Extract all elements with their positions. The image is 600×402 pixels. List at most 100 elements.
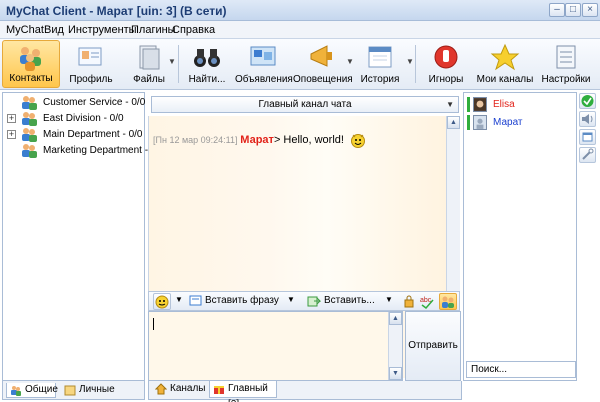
tree-item-label: Marketing Department - 0/0 bbox=[43, 145, 165, 156]
insert-dropdown-icon[interactable]: ▼ bbox=[385, 295, 393, 304]
find-label: Найти... bbox=[188, 74, 226, 85]
send-button[interactable]: Отправить bbox=[405, 311, 461, 381]
smiley-dropdown-icon[interactable]: ▼ bbox=[175, 295, 183, 304]
message-input[interactable] bbox=[148, 311, 403, 381]
contacts-button[interactable]: Контакты bbox=[2, 40, 60, 88]
settings-button[interactable]: Настройки bbox=[536, 40, 596, 88]
group-icon bbox=[22, 96, 37, 110]
phrase-icon bbox=[189, 295, 202, 306]
alerts-label: Оповещения bbox=[293, 74, 353, 85]
scroll-up-icon[interactable]: ▲ bbox=[389, 312, 402, 325]
checkmark-icon bbox=[581, 95, 594, 107]
tab-main-label: Главный [2] bbox=[228, 383, 268, 402]
gift-icon bbox=[214, 386, 224, 394]
settings-checklist-icon bbox=[556, 45, 576, 69]
tab-channels[interactable]: Каналы bbox=[152, 381, 207, 398]
menu-plugins[interactable]: Плагины bbox=[131, 24, 176, 36]
menu-mychat[interactable]: MyChat bbox=[6, 24, 44, 36]
main-toolbar: Контакты Профиль Файлы ▼ Найти... Объявл… bbox=[0, 39, 600, 90]
history-label: История bbox=[360, 74, 400, 85]
chat-tabs: Каналы Главный [2] bbox=[148, 381, 462, 402]
notebook-icon bbox=[64, 385, 76, 396]
files-label: Файлы bbox=[133, 74, 165, 85]
maximize-button[interactable]: □ bbox=[565, 3, 581, 17]
lock-icon[interactable] bbox=[403, 295, 415, 308]
user-name: Марат bbox=[493, 117, 523, 128]
tab-main[interactable]: Главный [2] bbox=[209, 381, 277, 402]
user-search-input[interactable]: Поиск... bbox=[466, 361, 576, 378]
close-button[interactable]: × bbox=[582, 3, 598, 17]
star-icon bbox=[490, 43, 520, 71]
group-icon bbox=[22, 144, 37, 158]
expand-icon[interactable]: + bbox=[7, 130, 16, 139]
menu-tools[interactable]: Инструменты bbox=[68, 24, 137, 36]
binoculars-icon bbox=[194, 49, 220, 67]
phrase-dropdown-icon[interactable]: ▼ bbox=[287, 295, 295, 304]
message-time: [Пн 12 мар 09:24:11] bbox=[153, 135, 238, 146]
window-icon bbox=[582, 132, 593, 142]
tree-item-main-department[interactable]: + Main Department - 0/0 bbox=[3, 127, 144, 143]
status-button[interactable] bbox=[579, 93, 596, 109]
menu-view[interactable]: Вид bbox=[44, 24, 64, 36]
files-dropdown-icon[interactable]: ▼ bbox=[168, 57, 176, 66]
calendar-icon bbox=[368, 46, 392, 68]
profile-card-icon bbox=[78, 47, 102, 66]
tab-channels-label: Каналы bbox=[170, 383, 206, 394]
tools-button[interactable] bbox=[579, 147, 596, 163]
alerts-button[interactable]: Оповещения bbox=[293, 40, 353, 88]
tab-common[interactable]: Общие bbox=[6, 383, 58, 398]
tree-item-east-division[interactable]: + East Division - 0/0 bbox=[3, 111, 144, 127]
find-button[interactable]: Найти... bbox=[181, 40, 233, 88]
chat-message: [Пн 12 мар 09:24:11] Марат> Hello, world… bbox=[153, 133, 366, 148]
smiley-button[interactable] bbox=[153, 293, 171, 310]
ignore-button[interactable]: Игноры bbox=[418, 40, 474, 88]
insert-button[interactable]: Вставить... bbox=[324, 295, 375, 306]
alerts-dropdown-icon[interactable]: ▼ bbox=[346, 57, 354, 66]
tree-item-marketing-department[interactable]: Marketing Department - 0/0 bbox=[3, 143, 165, 159]
input-scrollbar[interactable]: ▲ ▼ bbox=[388, 312, 402, 380]
spellcheck-icon[interactable]: abc bbox=[419, 294, 435, 309]
message-author[interactable]: Марат bbox=[240, 134, 274, 146]
ads-button[interactable]: Объявления bbox=[235, 40, 293, 88]
profile-button[interactable]: Профиль bbox=[62, 40, 120, 88]
ignore-label: Игноры bbox=[428, 74, 464, 85]
contacts-icon bbox=[20, 47, 41, 71]
tree-item-customer-service[interactable]: Customer Service - 0/0 bbox=[3, 95, 145, 111]
insert-phrase-button[interactable]: Вставить фразу bbox=[205, 295, 279, 306]
tools-icon bbox=[582, 148, 594, 160]
minimize-button[interactable]: – bbox=[549, 3, 565, 17]
user-list-item[interactable]: Марат bbox=[465, 114, 575, 131]
chevron-down-icon: ▼ bbox=[446, 100, 454, 109]
tab-personal[interactable]: Личные bbox=[61, 383, 115, 398]
window-button[interactable] bbox=[579, 129, 596, 145]
my-channels-label: Мои каналы bbox=[476, 74, 534, 85]
contacts-tabs: Общие Личные bbox=[2, 381, 145, 400]
expand-icon[interactable]: + bbox=[7, 114, 16, 123]
channel-select[interactable]: Главный канал чата ▼ bbox=[151, 96, 459, 113]
sound-button[interactable] bbox=[579, 111, 596, 127]
users-toggle-button[interactable] bbox=[439, 293, 457, 310]
side-toolbar bbox=[578, 92, 598, 172]
history-button[interactable]: История bbox=[355, 40, 405, 88]
stop-hand-icon bbox=[434, 45, 458, 69]
users-panel: Elisa Марат Поиск... bbox=[463, 92, 577, 381]
avatar bbox=[473, 97, 487, 112]
group-icon bbox=[22, 128, 37, 142]
scroll-down-icon[interactable]: ▼ bbox=[389, 367, 402, 380]
user-list-item[interactable]: Elisa bbox=[465, 96, 575, 113]
tab-common-label: Общие bbox=[25, 384, 58, 395]
files-icon bbox=[139, 45, 160, 70]
message-text: Hello, world! bbox=[280, 134, 344, 147]
contacts-label: Контакты bbox=[9, 73, 53, 84]
menu-help[interactable]: Справка bbox=[172, 24, 215, 36]
group-icon bbox=[22, 112, 37, 126]
megaphone-icon bbox=[310, 45, 332, 67]
scroll-up-icon[interactable]: ▲ bbox=[447, 116, 460, 129]
history-dropdown-icon[interactable]: ▼ bbox=[406, 57, 414, 66]
user-name: Elisa bbox=[493, 99, 515, 110]
ads-label: Объявления bbox=[235, 74, 293, 85]
my-channels-button[interactable]: Мои каналы bbox=[476, 40, 534, 88]
insert-icon bbox=[307, 296, 321, 307]
contacts-panel: Customer Service - 0/0 + East Division -… bbox=[2, 92, 165, 381]
announcement-icon bbox=[250, 46, 276, 66]
